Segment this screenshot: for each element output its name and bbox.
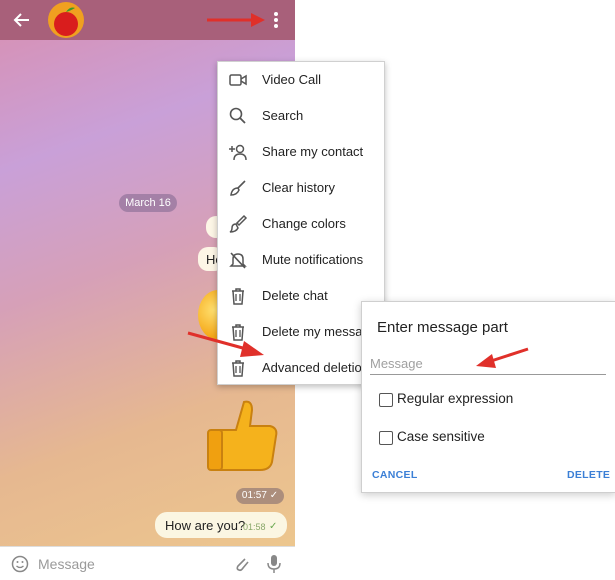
- enter-message-part-dialog: Enter message part Message Regular expre…: [361, 301, 615, 493]
- trash-icon: [232, 360, 244, 377]
- message-input-bar: Message: [0, 546, 295, 580]
- more-options-icon[interactable]: [270, 10, 282, 30]
- annotation-arrow: [207, 13, 265, 27]
- menu-item-label: Delete chat: [262, 288, 328, 303]
- menu-item-label: Mute notifications: [262, 252, 364, 267]
- video-call-icon: [229, 74, 247, 86]
- read-check-icon: ✓: [269, 521, 278, 532]
- menu-item-label: Video Call: [262, 72, 322, 87]
- emoji-icon[interactable]: [11, 555, 29, 573]
- microphone-icon[interactable]: [266, 554, 282, 574]
- outgoing-message[interactable]: How are you? 01:58 ✓: [155, 512, 287, 538]
- menu-item-search[interactable]: Search: [218, 98, 384, 134]
- trash-icon: [232, 288, 244, 305]
- case-sensitive-label: Case sensitive: [397, 429, 485, 444]
- annotation-arrow: [187, 331, 264, 357]
- dialog-title: Enter message part: [377, 319, 508, 336]
- message-part-placeholder: Message: [370, 356, 423, 371]
- message-time: 01:58: [243, 522, 266, 532]
- sticker-timestamp: 01:57 ✓: [236, 488, 284, 504]
- message-input[interactable]: Message: [38, 556, 95, 572]
- annotation-arrow: [476, 347, 529, 368]
- menu-item-mute-notifications[interactable]: Mute notifications: [218, 242, 384, 278]
- menu-item-share-contact[interactable]: Share my contact: [218, 134, 384, 170]
- menu-item-delete-chat[interactable]: Delete chat: [218, 278, 384, 314]
- thumbs-up-sticker[interactable]: [206, 396, 278, 472]
- menu-item-label: Search: [262, 108, 304, 123]
- case-sensitive-checkbox[interactable]: [379, 431, 393, 445]
- menu-item-change-colors[interactable]: Change colors: [218, 206, 384, 242]
- apple-icon: [54, 7, 78, 36]
- attach-icon[interactable]: [232, 554, 250, 574]
- menu-item-label: Clear history: [262, 180, 335, 195]
- share-contact-icon: [229, 144, 247, 161]
- cancel-button[interactable]: CANCEL: [372, 469, 418, 481]
- paint-brush-icon: [229, 214, 248, 233]
- back-arrow-icon[interactable]: [12, 10, 32, 30]
- menu-item-label: Share my contact: [262, 144, 364, 159]
- menu-item-label: Advanced deletion: [262, 360, 369, 375]
- message-text: How are you?: [165, 518, 246, 533]
- menu-item-clear-history[interactable]: Clear history: [218, 170, 384, 206]
- search-icon: [229, 107, 246, 124]
- avatar[interactable]: [48, 2, 84, 38]
- date-separator: March 16: [119, 194, 177, 212]
- regular-expression-checkbox[interactable]: [379, 393, 393, 407]
- bell-muted-icon: [229, 252, 247, 269]
- delete-button[interactable]: DELETE: [567, 469, 610, 481]
- menu-item-label: Change colors: [262, 216, 346, 231]
- broom-icon: [230, 180, 246, 196]
- regular-expression-label: Regular expression: [397, 391, 514, 406]
- menu-item-video-call[interactable]: Video Call: [218, 62, 384, 98]
